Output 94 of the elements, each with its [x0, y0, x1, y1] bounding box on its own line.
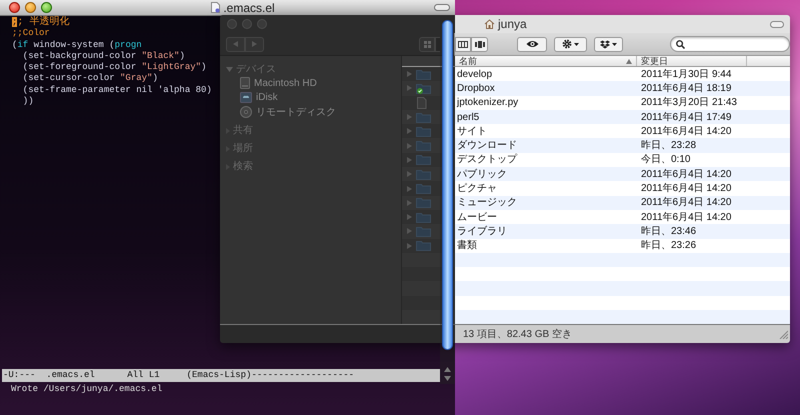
window-title: .emacs.el [223, 0, 275, 16]
modified-date: 2011年6月4日 18:19 [640, 82, 732, 96]
file-name[interactable]: パブリック [455, 166, 637, 182]
zoom-button[interactable] [41, 2, 52, 13]
file-name[interactable]: サイト [455, 124, 637, 139]
file-name[interactable]: ミュージック [455, 195, 637, 210]
modified-date: 2011年6月4日 14:20 [640, 196, 732, 210]
search-icon [676, 40, 685, 48]
disc-icon [240, 106, 252, 118]
modified-date: 2011年3月20日 21:43 [640, 96, 737, 110]
scroll-arrows-icon[interactable] [444, 366, 451, 382]
modified-date: 今日、0:10 [640, 153, 690, 168]
file-name[interactable]: jptokenizer.py [455, 95, 637, 110]
gear-icon [562, 39, 572, 49]
disclosure-triangle-icon[interactable] [407, 156, 412, 163]
quick-look-button[interactable] [517, 36, 547, 52]
columns-icon [458, 40, 468, 48]
caret-icon [574, 42, 579, 46]
modified-date: 2011年1月30日 9:44 [640, 68, 732, 82]
sidebar-item[interactable]: リモートディスク [256, 104, 336, 120]
window-title: junya [498, 16, 527, 33]
action-menu-button[interactable] [554, 36, 587, 52]
disclosure-triangle-icon[interactable] [407, 186, 412, 192]
file-name[interactable]: デスクトップ [455, 152, 637, 168]
modified-date: 2011年6月4日 14:20 [640, 124, 732, 139]
modified-date: 2011年6月4日 14:20 [640, 210, 732, 225]
disclosure-triangle-icon[interactable] [407, 171, 412, 178]
home-icon [484, 19, 495, 29]
echo-area-message: Wrote /Users/junya/.emacs.el [10, 383, 164, 396]
modified-date: 2011年6月4日 14:20 [640, 182, 732, 196]
search-field[interactable] [670, 36, 790, 52]
close-button[interactable] [9, 2, 20, 13]
icon-view-button[interactable] [419, 36, 435, 52]
down-triangle-icon[interactable] [226, 66, 233, 72]
modified-date: 昨日、23:28 [640, 139, 696, 154]
file-name[interactable]: perl5 [455, 110, 637, 125]
code-line: ;; 半透明化 [12, 17, 70, 28]
code-line: (set-background-color "Black") [22, 50, 186, 62]
minimize-button[interactable] [25, 2, 36, 13]
toolbar-toggle-button[interactable] [770, 20, 784, 28]
modified-date: 昨日、23:46 [640, 224, 696, 239]
resize-grip-icon[interactable] [779, 330, 788, 338]
dropbox-menu-button[interactable] [594, 36, 623, 52]
code-line: )) [22, 96, 35, 108]
toolbar-toggle-button[interactable] [434, 4, 450, 11]
disclosure-triangle-icon[interactable] [407, 114, 412, 120]
file-name[interactable]: Dropbox [455, 80, 637, 96]
modified-date: 2011年6月4日 14:20 [640, 168, 732, 182]
file-name[interactable]: ムービー [455, 210, 637, 225]
column-view-button[interactable] [455, 36, 471, 52]
disclosure-triangle-icon[interactable] [407, 85, 412, 92]
cover-flow-button[interactable] [471, 36, 488, 52]
column-header[interactable]: 変更日 [637, 56, 747, 66]
code-line: (if window-system (progn [12, 40, 143, 51]
sort-ascending-icon [626, 58, 632, 64]
minimize-button[interactable] [242, 19, 252, 29]
disclosure-triangle-icon[interactable] [407, 200, 412, 206]
check-badge-icon [417, 88, 423, 94]
disclosure-triangle-icon[interactable] [407, 71, 412, 78]
caret-icon [612, 42, 617, 46]
eye-icon [526, 40, 538, 48]
sidebar-item[interactable]: Macintosh HD [254, 76, 317, 91]
document-icon [416, 96, 427, 109]
disclosure-triangle-icon[interactable] [407, 214, 412, 220]
modified-date: 2011年6月4日 17:49 [640, 110, 732, 125]
hard-drive-icon [240, 77, 250, 90]
status-text: 13 項目、82.43 GB 空き [463, 328, 572, 342]
grid-icon [424, 40, 430, 48]
file-name[interactable]: ダウンロード [455, 138, 637, 154]
sidebar-item[interactable]: iDisk [256, 90, 278, 106]
disclosure-triangle-icon[interactable] [407, 128, 412, 134]
forward-button[interactable] [245, 36, 264, 52]
column-header[interactable]: 名前 [455, 56, 637, 66]
scrollbar-thumb[interactable] [442, 20, 453, 350]
disclosure-triangle-icon[interactable] [407, 242, 412, 249]
code-line: ;;Color [12, 28, 51, 40]
document-icon [211, 2, 220, 13]
box-icon [600, 40, 610, 48]
cover-flow-icon [474, 40, 484, 48]
list-view-button[interactable] [435, 36, 440, 52]
left-triangle-icon [233, 41, 238, 47]
file-name[interactable]: develop [455, 66, 637, 82]
disclosure-triangle-icon[interactable] [407, 228, 412, 234]
file-name[interactable]: ピクチャ [455, 181, 637, 196]
modified-date: 昨日、23:26 [640, 239, 696, 254]
vertical-scrollbar[interactable] [440, 16, 455, 384]
code-line: (set-cursor-color "Gray") [22, 73, 159, 85]
right-triangle-icon [252, 41, 257, 47]
back-button[interactable] [226, 36, 245, 52]
code-line: (set-frame-parameter nil 'alpha 80) [22, 84, 210, 96]
file-name[interactable]: ライブラリ [455, 224, 637, 239]
disclosure-triangle-icon[interactable] [407, 142, 412, 149]
file-name[interactable]: 書類 [455, 238, 637, 254]
code-line: (set-foreground-color "LightGray") [22, 62, 208, 74]
